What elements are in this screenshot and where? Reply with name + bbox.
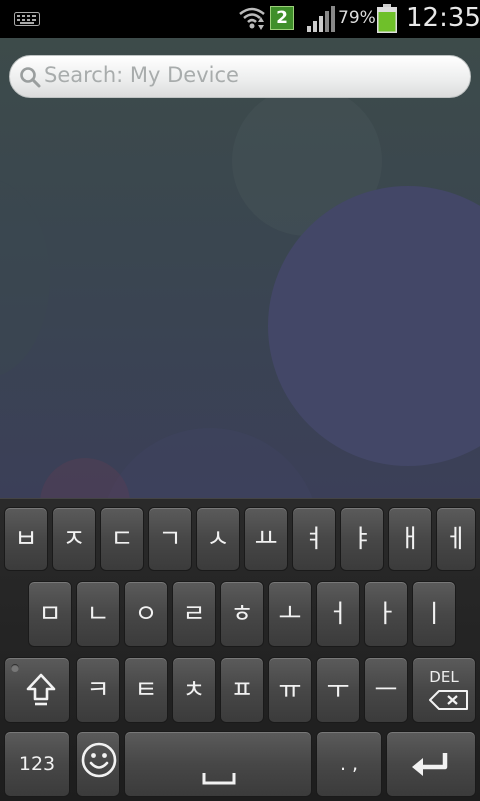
emoji-button[interactable] <box>76 731 120 797</box>
key-row2[interactable]: ㄴ <box>76 581 120 647</box>
key-label: ㅍ <box>230 675 254 704</box>
delete-label: DEL <box>429 668 459 686</box>
clock: 12:35 <box>406 3 480 33</box>
key-label: ㅣ <box>422 599 446 628</box>
numbers-mode-button[interactable]: 123 <box>4 731 70 797</box>
key-label: ㅈ <box>62 524 86 553</box>
key-row1[interactable]: ㅛ <box>244 507 288 571</box>
key-row3[interactable]: ㅌ <box>124 657 168 723</box>
key-row2[interactable]: ㄹ <box>172 581 216 647</box>
key-label: ㅜ <box>326 675 350 704</box>
key-label: ㄷ <box>110 524 134 553</box>
key-row1[interactable]: ㄷ <box>100 507 144 571</box>
key-row2[interactable]: ㅓ <box>316 581 360 647</box>
key-label: ㅔ <box>444 524 468 553</box>
key-row1[interactable]: ㄱ <box>148 507 192 571</box>
search-input[interactable]: Search: My Device <box>9 55 471 98</box>
wallpaper-bubble <box>100 428 320 498</box>
key-label: ㅏ <box>374 599 398 628</box>
key-label: . , <box>339 753 359 775</box>
delete-button[interactable]: DEL <box>412 657 476 723</box>
keyboard-icon <box>14 12 40 26</box>
wallpaper-bubble <box>40 458 130 498</box>
key-row3[interactable]: ㅜ <box>316 657 360 723</box>
key-label: ㅕ <box>302 524 326 553</box>
key-label: ㅇ <box>134 599 158 628</box>
key-row2[interactable]: ㅏ <box>364 581 408 647</box>
wallpaper-bubble <box>0 178 50 378</box>
key-row1[interactable]: ㅐ <box>388 507 432 571</box>
key-row2[interactable]: ㅣ <box>412 581 456 647</box>
korean-keyboard: ㅂ ㅈ ㄷ ㄱ ㅅ ㅛ ㅕ ㅑ ㅐ ㅔ ㅁ ㄴ ㅇ ㄹ ㅎ ㅗ ㅓ ㅏ ㅣ ㅋ … <box>0 498 480 801</box>
key-label: ㅑ <box>350 524 374 553</box>
wifi-icon <box>239 7 265 30</box>
shift-lock-indicator <box>11 664 19 672</box>
battery-percent: 79% <box>338 8 376 28</box>
key-label: ㅗ <box>278 599 302 628</box>
status-bar: 2 79% 12:35 <box>0 0 480 38</box>
space-bar[interactable] <box>124 731 312 797</box>
shift-button[interactable] <box>4 657 70 723</box>
key-row2[interactable]: ㅁ <box>28 581 72 647</box>
shift-icon <box>26 673 56 706</box>
key-label: ㅛ <box>254 524 278 553</box>
key-label: ㅋ <box>86 675 110 704</box>
key-label: ㅁ <box>38 599 62 628</box>
search-placeholder: Search: My Device <box>44 63 239 87</box>
key-label: ㄹ <box>182 599 206 628</box>
key-row1[interactable]: ㅕ <box>292 507 336 571</box>
backspace-icon <box>429 690 468 710</box>
key-row2[interactable]: ㅎ <box>220 581 264 647</box>
key-label: ㅐ <box>398 524 422 553</box>
key-row3[interactable]: ㅋ <box>76 657 120 723</box>
space-icon <box>202 773 236 785</box>
key-row3[interactable]: ㅊ <box>172 657 216 723</box>
key-label: ㅌ <box>134 675 158 704</box>
key-row2[interactable]: ㅇ <box>124 581 168 647</box>
key-label: ㅊ <box>182 675 206 704</box>
signal-icon <box>307 6 335 32</box>
key-label: 123 <box>18 753 56 775</box>
key-row3[interactable]: ㅠ <box>268 657 312 723</box>
key-row1[interactable]: ㅔ <box>436 507 476 571</box>
key-label: ㅂ <box>14 524 38 553</box>
key-label: ㄱ <box>158 524 182 553</box>
key-label: ㅎ <box>230 599 254 628</box>
key-label: ㅡ <box>374 675 398 704</box>
battery-icon <box>377 4 397 33</box>
smiley-icon <box>81 742 117 778</box>
home-wallpaper <box>0 38 480 498</box>
enter-icon <box>412 753 448 776</box>
key-row1[interactable]: ㅑ <box>340 507 384 571</box>
punctuation-key[interactable]: . , <box>316 731 382 797</box>
key-row2[interactable]: ㅗ <box>268 581 312 647</box>
search-icon <box>20 67 41 88</box>
key-row3[interactable]: ㅍ <box>220 657 264 723</box>
key-row3[interactable]: ㅡ <box>364 657 408 723</box>
key-label: ㅅ <box>206 524 230 553</box>
key-label: ㅓ <box>326 599 350 628</box>
notification-badge: 2 <box>270 6 294 30</box>
enter-button[interactable] <box>386 731 476 797</box>
key-row1[interactable]: ㅅ <box>196 507 240 571</box>
key-label: ㅠ <box>278 675 302 704</box>
key-row1[interactable]: ㅈ <box>52 507 96 571</box>
key-row1[interactable]: ㅂ <box>4 507 48 571</box>
key-label: ㄴ <box>86 599 110 628</box>
